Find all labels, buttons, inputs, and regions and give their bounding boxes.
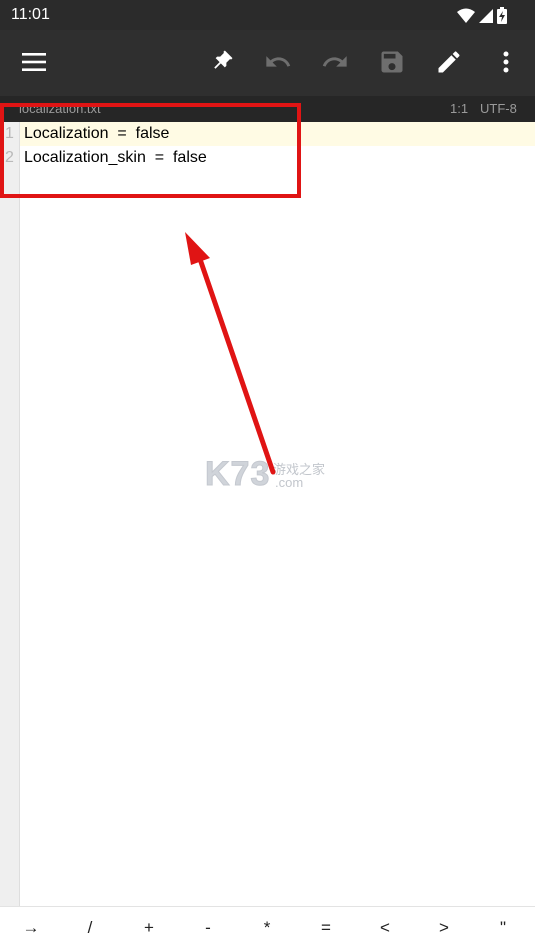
symbol-key-asterisk[interactable]: *: [247, 918, 287, 938]
pin-icon: [214, 50, 233, 69]
watermark-domain: .com: [275, 475, 304, 490]
redo-icon: [322, 56, 347, 67]
file-encoding[interactable]: UTF-8: [480, 101, 517, 116]
save-button[interactable]: [377, 47, 407, 77]
toolbar: [0, 30, 535, 96]
symbol-key-tab[interactable]: →: [11, 918, 51, 938]
symbol-key-minus[interactable]: -: [188, 918, 228, 938]
symbol-key-equals[interactable]: =: [306, 918, 346, 938]
status-icons: [457, 7, 507, 24]
edit-button[interactable]: [434, 47, 464, 77]
symbol-key-slash[interactable]: /: [70, 918, 110, 938]
redo-button[interactable]: [320, 47, 350, 77]
more-vert-icon: [503, 51, 509, 73]
menu-icon: [22, 53, 46, 71]
text-editor[interactable]: 1 Localization = false 2 Localization_sk…: [0, 122, 535, 906]
symbol-key-quote[interactable]: ": [483, 918, 523, 938]
annotation-highlight-box: [0, 103, 301, 198]
symbol-key-greater-than[interactable]: >: [424, 918, 464, 938]
symbol-input-bar: → / + - * = < > ": [0, 906, 535, 951]
menu-button[interactable]: [19, 47, 49, 77]
edit-icon: [438, 51, 460, 73]
wifi-icon: [457, 8, 475, 23]
watermark-brand: K73: [204, 455, 271, 494]
pin-button[interactable]: [206, 47, 236, 77]
undo-icon: [266, 56, 291, 67]
more-options-button[interactable]: [491, 47, 521, 77]
save-icon: [381, 51, 403, 73]
cursor-position: 1:1: [450, 101, 469, 116]
battery-charging-icon: [497, 7, 507, 24]
undo-button[interactable]: [263, 47, 293, 77]
symbol-key-plus[interactable]: +: [129, 918, 169, 938]
line-number-gutter: [0, 122, 20, 906]
status-bar: 11:01: [0, 0, 535, 30]
symbol-key-less-than[interactable]: <: [365, 918, 405, 938]
signal-icon: [479, 8, 493, 23]
status-time: 11:01: [11, 6, 50, 23]
